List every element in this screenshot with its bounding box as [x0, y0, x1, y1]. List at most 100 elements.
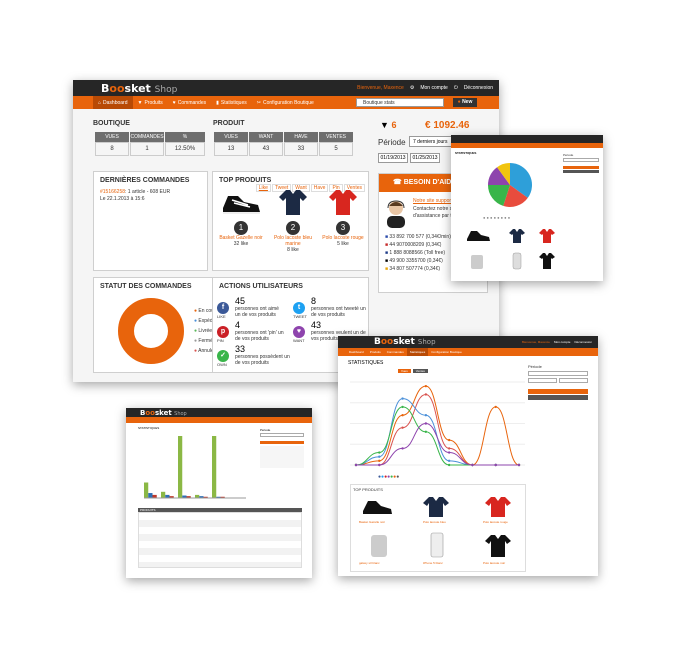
- series-point: [494, 463, 497, 467]
- pie-product-grid: [459, 225, 559, 273]
- series-point: [424, 414, 428, 417]
- series-point: [424, 430, 428, 433]
- boutique-stat-orders: COMMANDES 1: [130, 132, 164, 156]
- summary-amount: € 1092.46: [425, 120, 470, 131]
- phone-icon: ☎: [393, 179, 402, 186]
- order-status-donut: [118, 298, 184, 364]
- nav-dashboard[interactable]: ⌂ Dashboard: [93, 96, 133, 109]
- shop-select[interactable]: Boutique stats: [356, 98, 444, 107]
- nav-orders[interactable]: ♥ Commandes: [168, 100, 211, 106]
- line-stats-screenshot: Boosket Shop Bienvenue, Maxence Mon compt…: [338, 336, 598, 576]
- action-pin: p PIN 4 personnes ont 'pin' un de vos pr…: [217, 320, 284, 343]
- flag-de-icon: ■: [385, 258, 389, 264]
- support-agent-image: [387, 200, 405, 228]
- boutique-stat-percent: % 12.50%: [165, 132, 205, 156]
- series-point: [401, 397, 404, 400]
- top-product-1[interactable]: 1 Basket Gazelle noir 32 like: [217, 188, 265, 247]
- action-like: f LIKE 45 personnes ont aimé un de vos p…: [217, 296, 279, 319]
- power-icon[interactable]: ⏻: [454, 85, 458, 91]
- pie-sidebar: Période: [563, 153, 599, 173]
- series-point: [401, 447, 404, 450]
- line-sidebar: Période: [528, 364, 588, 400]
- nav-config[interactable]: ✂ Configuration Boutique: [252, 100, 319, 106]
- rank-badge: 2: [286, 221, 300, 235]
- new-button[interactable]: ● New: [453, 98, 477, 107]
- logout-link[interactable]: Déconnexion: [464, 85, 493, 91]
- series-point: [401, 405, 404, 409]
- series-point: [378, 463, 381, 467]
- nav-products[interactable]: ▼ Produits: [133, 100, 168, 106]
- series-point: [424, 384, 428, 388]
- series-line: [355, 398, 519, 466]
- pie-legend-row: ● ● ● ● ● ● ● ●: [483, 215, 511, 220]
- periode-label: Période: [378, 138, 406, 147]
- action-own: ✓ OWN 33 personnes possèdent un de vos p…: [217, 344, 290, 367]
- donut-ring-en-cours: [118, 298, 184, 364]
- action-tweet: t TWEET 8 personnes ont tweeté un de vos…: [293, 296, 366, 319]
- series-point: [378, 455, 381, 458]
- line-stats-tabs: Vues Ventes: [398, 359, 428, 377]
- series-line: [355, 385, 520, 466]
- nav-stats[interactable]: ▮ Statistiques: [211, 100, 252, 106]
- series-point: [447, 463, 451, 467]
- rank-badge: 3: [336, 221, 350, 235]
- chart-icon: ▮: [216, 99, 219, 106]
- produit-stat-have: HAVE 33: [284, 132, 318, 156]
- top-product-3[interactable]: 3 Polo lacoste rouge 5 like: [319, 188, 367, 247]
- heart-icon: ♥: [293, 326, 305, 338]
- series-point: [471, 463, 474, 467]
- order-link[interactable]: #15166258: [100, 189, 125, 195]
- line-legend: ●●●●●●●: [378, 474, 400, 480]
- line-chart: [350, 381, 525, 467]
- produit-stat-want: WANT 43: [249, 132, 283, 156]
- series-point: [378, 459, 381, 463]
- home-icon: ⌂: [98, 99, 102, 106]
- rank-badge: 1: [234, 221, 248, 235]
- phone-list: ■ 33 892 700 577 (0,34€/min) ■ 44 907000…: [385, 234, 451, 272]
- top-products-panel: TOP PRODUITS Like Tweet Want Have Pin Ventes …: [212, 171, 369, 271]
- welcome-text: Bienvenue, Maxence: [357, 85, 404, 91]
- twitter-icon: t: [293, 302, 305, 314]
- brand-logo[interactable]: Boosket Shop: [101, 82, 177, 95]
- bar-products-table: PRODUITS: [138, 508, 302, 570]
- series-point: [447, 451, 451, 454]
- flag-es-icon: ■: [385, 266, 389, 272]
- date-from-input[interactable]: 01/19/2013: [378, 153, 408, 163]
- pie-stats-screenshot: STATISTIQUES ● ● ● ● ● ● ● ● Période: [451, 135, 603, 281]
- polo-red-image: [329, 190, 357, 215]
- bar: [178, 436, 183, 498]
- flag-fr-icon: ■: [385, 234, 389, 240]
- pie-chart: [488, 163, 532, 207]
- top-product-2[interactable]: 2 Polo lacoste bleu marine 8 like: [269, 188, 317, 253]
- check-icon: ✓: [217, 350, 229, 362]
- wrench-icon: ✂: [256, 99, 261, 106]
- summary-count: ▼ 6: [380, 120, 397, 130]
- boutique-title: BOUTIQUE: [93, 120, 130, 127]
- bar: [161, 491, 166, 498]
- flag-uk-icon: ■: [385, 242, 389, 248]
- series-point: [378, 451, 381, 454]
- top-bar: Boosket Shop Bienvenue, Maxence ⚙ Mon co…: [73, 80, 499, 96]
- series-line: [356, 393, 519, 466]
- series-point: [447, 459, 451, 463]
- shirt-icon: ▼: [380, 120, 389, 130]
- boutique-stat-views: VUES 8: [95, 132, 129, 156]
- produit-stat-sales: VENTES 5: [319, 132, 353, 156]
- pie-stats-title: STATISTIQUES: [455, 151, 477, 155]
- series-point: [424, 393, 428, 396]
- gear-icon[interactable]: ⚙: [410, 85, 414, 91]
- line-stats-title: STATISTIQUES: [348, 360, 384, 366]
- flag-us-icon: ■: [385, 250, 389, 256]
- like-icon: f: [217, 302, 229, 314]
- polo-navy-image: [279, 190, 307, 215]
- series-point: [354, 463, 358, 467]
- plus-icon: ●: [457, 99, 461, 105]
- line-top-products: TOP PRODUITS Basket Gazelle noir Polo la…: [350, 484, 526, 572]
- bar-stats-screenshot: Boosket Shop STATISTIQUES Période PRODUI…: [126, 408, 312, 578]
- series-point: [517, 463, 521, 467]
- bar: [144, 482, 149, 498]
- series-point: [424, 422, 428, 425]
- account-link[interactable]: Mon compte: [420, 85, 448, 91]
- date-to-input[interactable]: 01/25/2013: [410, 153, 440, 163]
- produit-stat-views: VUES 13: [214, 132, 248, 156]
